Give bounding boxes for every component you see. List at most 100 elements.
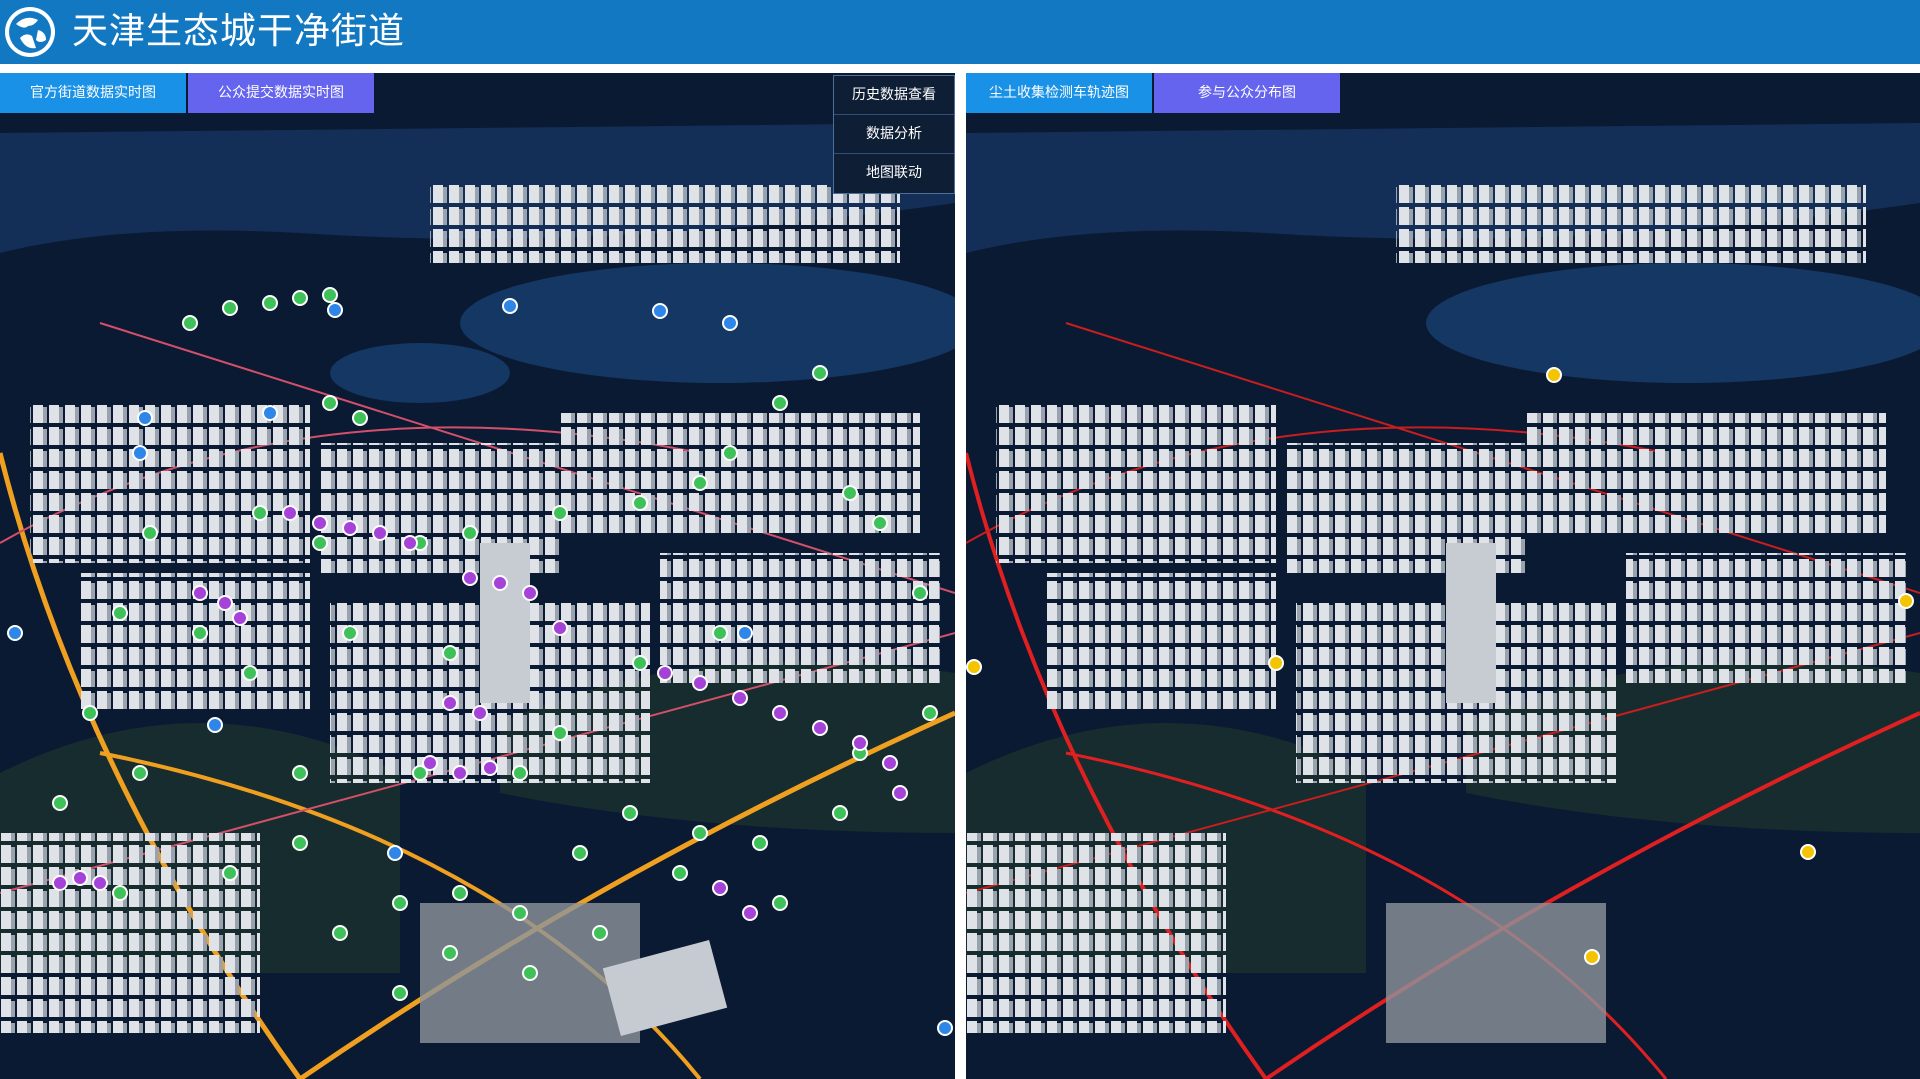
building-marker-icon[interactable] xyxy=(812,720,828,736)
trash-bin-marker-icon[interactable] xyxy=(392,985,408,1001)
trash-bin-marker-icon[interactable] xyxy=(242,665,258,681)
trash-bin-marker-icon[interactable] xyxy=(112,885,128,901)
trash-bin-marker-icon[interactable] xyxy=(922,705,938,721)
trash-bin-marker-icon[interactable] xyxy=(842,485,858,501)
trash-bin-marker-icon[interactable] xyxy=(592,925,608,941)
trash-bin-marker-icon[interactable] xyxy=(332,925,348,941)
trash-bin-marker-icon[interactable] xyxy=(222,865,238,881)
person-marker-icon[interactable] xyxy=(262,405,278,421)
person-marker-icon[interactable] xyxy=(722,315,738,331)
trash-bin-marker-icon[interactable] xyxy=(632,655,648,671)
trash-bin-marker-icon[interactable] xyxy=(292,290,308,306)
trash-bin-marker-icon[interactable] xyxy=(132,765,148,781)
trash-bin-marker-icon[interactable] xyxy=(512,765,528,781)
trash-bin-marker-icon[interactable] xyxy=(222,300,238,316)
building-marker-icon[interactable] xyxy=(772,705,788,721)
trash-bin-marker-icon[interactable] xyxy=(182,315,198,331)
menu-map-linkage[interactable]: 地图联动 xyxy=(834,154,954,192)
trash-bin-marker-icon[interactable] xyxy=(512,905,528,921)
person-marker-icon[interactable] xyxy=(327,302,343,318)
building-marker-icon[interactable] xyxy=(552,620,568,636)
building-marker-icon[interactable] xyxy=(522,585,538,601)
building-marker-icon[interactable] xyxy=(492,575,508,591)
trash-bin-marker-icon[interactable] xyxy=(322,395,338,411)
car-marker-icon[interactable] xyxy=(1584,949,1600,965)
trash-bin-marker-icon[interactable] xyxy=(292,835,308,851)
trash-bin-marker-icon[interactable] xyxy=(52,795,68,811)
trash-bin-marker-icon[interactable] xyxy=(552,505,568,521)
trash-bin-marker-icon[interactable] xyxy=(522,965,538,981)
building-marker-icon[interactable] xyxy=(852,735,868,751)
car-marker-icon[interactable] xyxy=(1898,593,1914,609)
menu-data-analysis[interactable]: 数据分析 xyxy=(834,115,954,154)
trash-bin-marker-icon[interactable] xyxy=(672,865,688,881)
tab-public-participation-distribution[interactable]: 参与公众分布图 xyxy=(1154,73,1340,113)
person-marker-icon[interactable] xyxy=(137,410,153,426)
trash-bin-marker-icon[interactable] xyxy=(572,845,588,861)
person-marker-icon[interactable] xyxy=(502,298,518,314)
official-data-map-panel[interactable]: 官方街道数据实时图 公众提交数据实时图 历史数据查看 数据分析 地图联动 xyxy=(0,73,955,1079)
tab-dust-vehicle-trajectory[interactable]: 尘土收集检测车轨迹图 xyxy=(966,73,1152,113)
building-marker-icon[interactable] xyxy=(217,595,233,611)
trash-bin-marker-icon[interactable] xyxy=(872,515,888,531)
trash-bin-marker-icon[interactable] xyxy=(912,585,928,601)
person-marker-icon[interactable] xyxy=(387,845,403,861)
trash-bin-marker-icon[interactable] xyxy=(832,805,848,821)
building-marker-icon[interactable] xyxy=(452,765,468,781)
trash-bin-marker-icon[interactable] xyxy=(692,475,708,491)
building-marker-icon[interactable] xyxy=(422,755,438,771)
building-marker-icon[interactable] xyxy=(442,695,458,711)
trash-bin-marker-icon[interactable] xyxy=(322,287,338,303)
building-marker-icon[interactable] xyxy=(72,870,88,886)
building-marker-icon[interactable] xyxy=(742,905,758,921)
trash-bin-marker-icon[interactable] xyxy=(112,605,128,621)
car-marker-icon[interactable] xyxy=(1800,844,1816,860)
trash-bin-marker-icon[interactable] xyxy=(632,495,648,511)
building-marker-icon[interactable] xyxy=(52,875,68,891)
trash-bin-marker-icon[interactable] xyxy=(692,825,708,841)
official-data-3d-map[interactable] xyxy=(0,73,955,1079)
trash-bin-marker-icon[interactable] xyxy=(342,625,358,641)
trash-bin-marker-icon[interactable] xyxy=(722,445,738,461)
person-marker-icon[interactable] xyxy=(737,625,753,641)
trash-bin-marker-icon[interactable] xyxy=(142,525,158,541)
trash-bin-marker-icon[interactable] xyxy=(462,525,478,541)
building-marker-icon[interactable] xyxy=(232,610,248,626)
building-marker-icon[interactable] xyxy=(657,665,673,681)
trash-bin-marker-icon[interactable] xyxy=(82,705,98,721)
building-marker-icon[interactable] xyxy=(282,505,298,521)
trash-bin-marker-icon[interactable] xyxy=(622,805,638,821)
trash-bin-marker-icon[interactable] xyxy=(712,625,728,641)
building-marker-icon[interactable] xyxy=(482,760,498,776)
building-marker-icon[interactable] xyxy=(692,675,708,691)
person-marker-icon[interactable] xyxy=(132,445,148,461)
tab-official-street-data[interactable]: 官方街道数据实时图 xyxy=(0,73,186,113)
building-marker-icon[interactable] xyxy=(882,755,898,771)
trash-bin-marker-icon[interactable] xyxy=(442,645,458,661)
building-marker-icon[interactable] xyxy=(402,535,418,551)
building-marker-icon[interactable] xyxy=(732,690,748,706)
menu-history-data[interactable]: 历史数据查看 xyxy=(834,76,954,115)
trash-bin-marker-icon[interactable] xyxy=(312,535,328,551)
building-marker-icon[interactable] xyxy=(892,785,908,801)
person-marker-icon[interactable] xyxy=(207,717,223,733)
trash-bin-marker-icon[interactable] xyxy=(452,885,468,901)
car-marker-icon[interactable] xyxy=(1268,655,1284,671)
trash-bin-marker-icon[interactable] xyxy=(772,395,788,411)
building-marker-icon[interactable] xyxy=(192,585,208,601)
trash-bin-marker-icon[interactable] xyxy=(252,505,268,521)
building-marker-icon[interactable] xyxy=(462,570,478,586)
building-marker-icon[interactable] xyxy=(312,515,328,531)
person-marker-icon[interactable] xyxy=(937,1020,953,1036)
dust-vehicle-map-panel[interactable]: 尘土收集检测车轨迹图 参与公众分布图 xyxy=(966,73,1920,1079)
trash-bin-marker-icon[interactable] xyxy=(552,725,568,741)
trash-bin-marker-icon[interactable] xyxy=(192,625,208,641)
dust-vehicle-3d-map[interactable] xyxy=(966,73,1920,1079)
person-marker-icon[interactable] xyxy=(7,625,23,641)
building-marker-icon[interactable] xyxy=(342,520,358,536)
tab-public-submitted-data[interactable]: 公众提交数据实时图 xyxy=(188,73,374,113)
car-marker-icon[interactable] xyxy=(966,659,982,675)
car-marker-icon[interactable] xyxy=(1546,367,1562,383)
trash-bin-marker-icon[interactable] xyxy=(262,295,278,311)
trash-bin-marker-icon[interactable] xyxy=(352,410,368,426)
